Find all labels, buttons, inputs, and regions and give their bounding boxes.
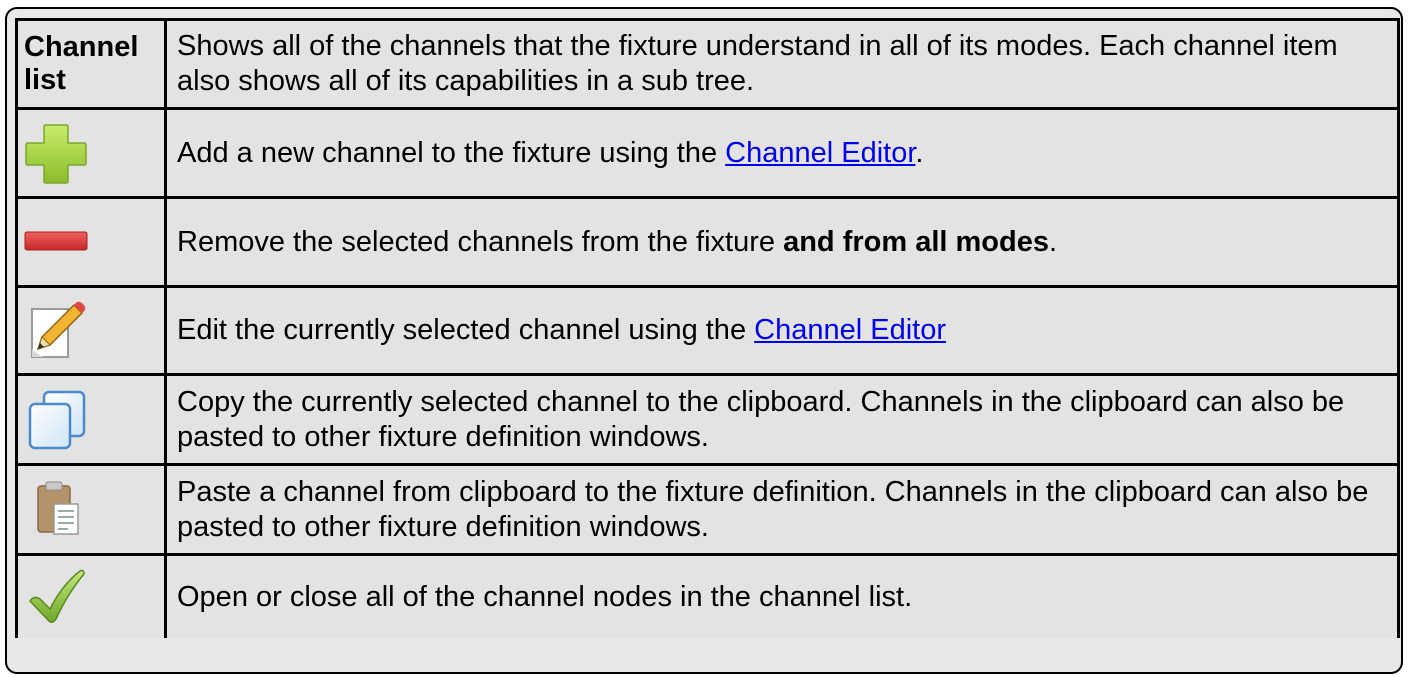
table-row: Paste a channel from clipboard to the fi… bbox=[15, 466, 1400, 556]
table-row: Copy the currently selected channel to t… bbox=[15, 376, 1400, 466]
header-label-cell: Channel list bbox=[15, 18, 167, 110]
icon-cell bbox=[15, 376, 167, 466]
icon-cell bbox=[15, 199, 167, 288]
description-cell: Edit the currently selected channel usin… bbox=[167, 288, 1400, 376]
description-cell: Remove the selected channels from the fi… bbox=[167, 199, 1400, 288]
table-row: Channel list Shows all of the channels t… bbox=[15, 18, 1400, 110]
table-row: Remove the selected channels from the fi… bbox=[15, 199, 1400, 288]
checkmark-icon bbox=[29, 569, 85, 623]
copy-description: Copy the currently selected channel to t… bbox=[177, 385, 1345, 453]
remove-description-emphasis: and from all modes bbox=[783, 225, 1049, 258]
table-row: Edit the currently selected channel usin… bbox=[15, 288, 1400, 376]
copy-icon bbox=[28, 390, 86, 449]
paste-description: Paste a channel from clipboard to the fi… bbox=[177, 475, 1369, 543]
remove-description-end: . bbox=[1048, 225, 1058, 258]
edit-description-start: Edit the currently selected channel usin… bbox=[177, 314, 755, 346]
channel-list-description: Shows all of the channels that the fixtu… bbox=[177, 30, 1338, 97]
description-cell: Shows all of the channels that the fixtu… bbox=[167, 18, 1400, 110]
description-cell: Copy the currently selected channel to t… bbox=[167, 376, 1400, 466]
paste-icon bbox=[37, 481, 79, 535]
icon-cell bbox=[15, 556, 167, 638]
edit-icon bbox=[31, 301, 86, 358]
add-description-start: Add a new channel to the fixture using t… bbox=[177, 136, 726, 169]
add-description-end: . bbox=[915, 136, 924, 169]
remove-icon bbox=[24, 231, 88, 251]
description-cell: Add a new channel to the fixture using t… bbox=[167, 110, 1400, 199]
toggle-nodes-description: Open or close all of the channel nodes i… bbox=[177, 580, 913, 613]
table-row: Open or close all of the channel nodes i… bbox=[15, 556, 1400, 638]
add-icon bbox=[25, 124, 87, 184]
icon-cell bbox=[15, 288, 167, 376]
channel-editor-link[interactable]: Channel Editor bbox=[725, 137, 915, 169]
icon-cell bbox=[15, 466, 167, 556]
description-cell: Open or close all of the channel nodes i… bbox=[167, 556, 1400, 638]
channel-list-label: Channel list bbox=[24, 31, 139, 96]
icon-cell bbox=[15, 110, 167, 199]
table-row: Add a new channel to the fixture using t… bbox=[15, 110, 1400, 199]
description-cell: Paste a channel from clipboard to the fi… bbox=[167, 466, 1400, 556]
remove-description-start: Remove the selected channels from the fi… bbox=[177, 225, 784, 258]
document-frame: Channel list Shows all of the channels t… bbox=[5, 7, 1403, 674]
channel-editor-link[interactable]: Channel Editor bbox=[754, 314, 946, 346]
toolbar-reference-table: Channel list Shows all of the channels t… bbox=[15, 18, 1400, 638]
